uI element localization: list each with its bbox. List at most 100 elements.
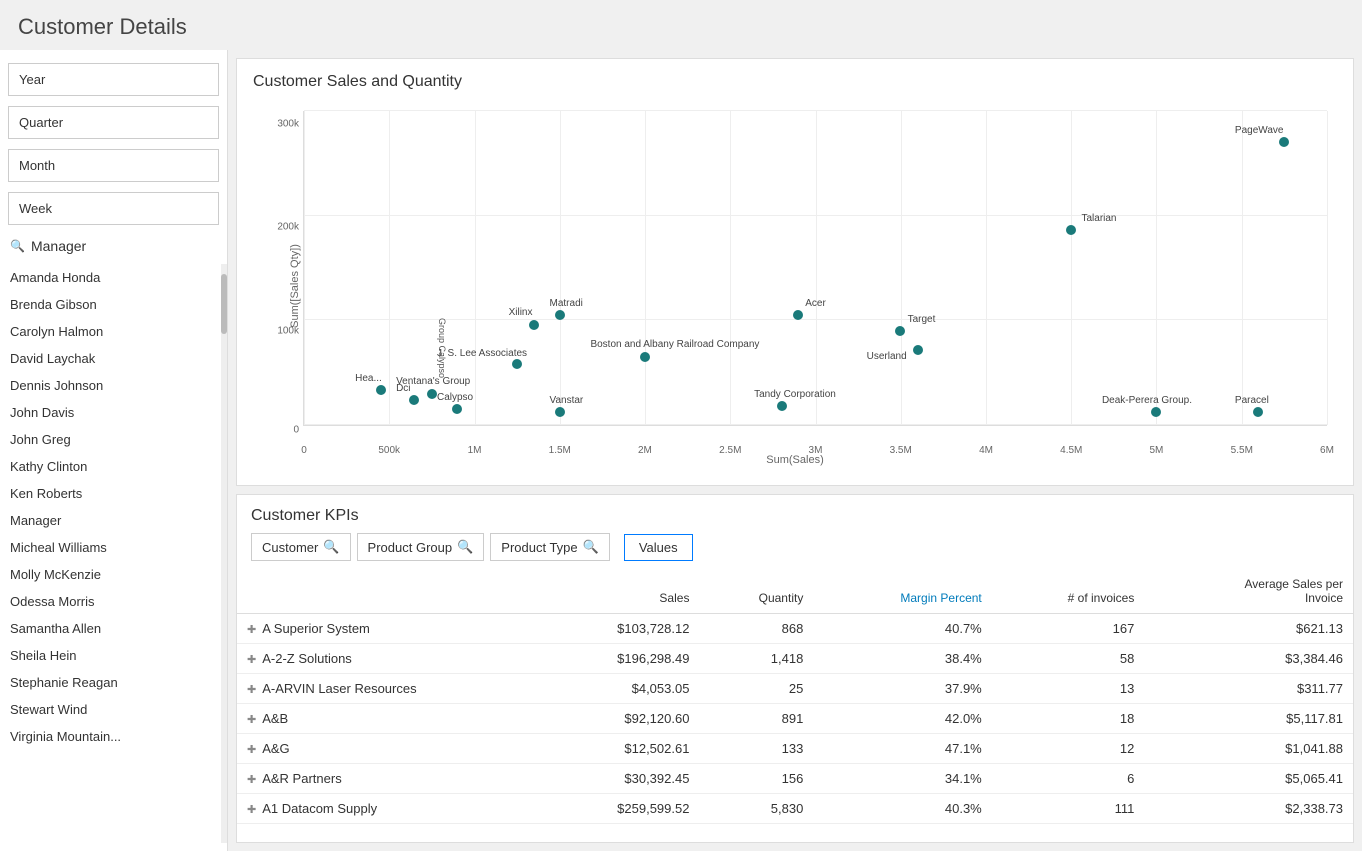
quantity-cell: 868 — [699, 614, 813, 644]
filter-week[interactable]: Week — [8, 192, 219, 225]
search-icon: 🔍 — [10, 239, 25, 253]
kpi-title: Customer KPIs — [237, 495, 1353, 533]
list-item[interactable]: Molly McKenzie — [0, 561, 227, 588]
sales-cell: $103,728.12 — [537, 614, 699, 644]
invoices-cell: 58 — [992, 644, 1145, 674]
filter-month[interactable]: Month — [8, 149, 219, 182]
manager-section: 🔍 Manager — [0, 230, 227, 264]
col-header-sales: Sales — [537, 569, 699, 614]
dot-acer — [793, 310, 803, 320]
list-item[interactable]: Carolyn Halmon — [0, 318, 227, 345]
expand-icon[interactable]: ✚ — [247, 714, 256, 726]
list-item[interactable]: Brenda Gibson — [0, 291, 227, 318]
list-item[interactable]: Odessa Morris — [0, 588, 227, 615]
col-header-avg-sales: Average Sales perInvoice — [1144, 569, 1353, 614]
label-group-calypso: Group Calypso — [437, 318, 447, 378]
scrollbar-track — [221, 264, 227, 843]
list-item[interactable]: Kathy Clinton — [0, 453, 227, 480]
table-row: ✚A&B $92,120.60 891 42.0% 18 $5,117.81 — [237, 704, 1353, 734]
expand-icon[interactable]: ✚ — [247, 624, 256, 636]
label-xilinx: Xilinx — [509, 307, 533, 318]
label-boston: Boston and Albany Railroad Company — [590, 339, 759, 350]
list-item[interactable]: John Greg — [0, 426, 227, 453]
expand-icon[interactable]: ✚ — [247, 804, 256, 816]
sales-cell: $259,599.52 — [537, 794, 699, 824]
table-row: ✚A-2-Z Solutions $196,298.49 1,418 38.4%… — [237, 644, 1353, 674]
list-item[interactable]: Dennis Johnson — [0, 372, 227, 399]
avg-sales-cell: $311.77 — [1144, 674, 1353, 704]
scrollbar-thumb[interactable] — [221, 274, 227, 334]
margin-cell: 34.1% — [813, 764, 991, 794]
y-axis-label: Sum([Sales Qty]) — [289, 244, 301, 328]
label-target: Target — [908, 314, 936, 325]
list-item[interactable]: Stephanie Reagan — [0, 669, 227, 696]
kpi-filters: Customer 🔍 Product Group 🔍 Product Type … — [237, 533, 1353, 569]
dot-talarian — [1066, 225, 1076, 235]
label-userland: Userland — [867, 351, 907, 362]
quantity-cell: 1,418 — [699, 644, 813, 674]
avg-sales-cell: $5,117.81 — [1144, 704, 1353, 734]
list-item[interactable]: Samantha Allen — [0, 615, 227, 642]
margin-cell: 38.4% — [813, 644, 991, 674]
list-item[interactable]: Micheal Williams — [0, 534, 227, 561]
quantity-cell: 156 — [699, 764, 813, 794]
filter-product-type-btn[interactable]: Product Type 🔍 — [490, 533, 610, 561]
list-item[interactable]: Amanda Honda — [0, 264, 227, 291]
search-icon: 🔍 — [457, 539, 473, 555]
manager-list-container[interactable]: Amanda Honda Brenda Gibson Carolyn Halmo… — [0, 264, 227, 843]
quantity-cell: 5,830 — [699, 794, 813, 824]
expand-icon[interactable]: ✚ — [247, 774, 256, 786]
page-title: Customer Details — [0, 0, 1362, 50]
filter-product-group-btn[interactable]: Product Group 🔍 — [357, 533, 485, 561]
dot-boston — [640, 352, 650, 362]
dot-ventana — [427, 389, 437, 399]
label-matradi: Matradi — [550, 298, 583, 309]
label-dci: Dci — [396, 383, 410, 394]
label-paracel: Paracel — [1235, 395, 1269, 406]
filter-customer-label: Customer — [262, 540, 318, 555]
filter-customer-btn[interactable]: Customer 🔍 — [251, 533, 351, 561]
label-vanstar: Vanstar — [550, 395, 584, 406]
table-row: ✚A Superior System $103,728.12 868 40.7%… — [237, 614, 1353, 644]
chart-inner: 0 100k 200k 300k 0 500k 1M 1.5M 2M — [303, 111, 1327, 426]
label-hea: Hea... — [355, 373, 382, 384]
kpi-container: Customer KPIs Customer 🔍 Product Group 🔍… — [236, 494, 1354, 843]
expand-icon[interactable]: ✚ — [247, 654, 256, 666]
dot-pagewave — [1279, 137, 1289, 147]
dot-jslee — [512, 359, 522, 369]
dot-calypso — [452, 404, 462, 414]
right-content: Customer Sales and Quantity Sum([Sales Q… — [228, 50, 1362, 851]
kpi-table-wrapper[interactable]: Sales Quantity Margin Percent # of invoi… — [237, 569, 1353, 842]
dot-matradi — [555, 310, 565, 320]
label-tandy: Tandy Corporation — [754, 389, 836, 400]
table-row: ✚A&G $12,502.61 133 47.1% 12 $1,041.88 — [237, 734, 1353, 764]
list-item[interactable]: David Laychak — [0, 345, 227, 372]
invoices-cell: 12 — [992, 734, 1145, 764]
label-talarian: Talarian — [1081, 213, 1116, 224]
list-item[interactable]: Ken Roberts — [0, 480, 227, 507]
filter-product-type-label: Product Type — [501, 540, 577, 555]
margin-cell: 42.0% — [813, 704, 991, 734]
list-item[interactable]: Manager — [0, 507, 227, 534]
avg-sales-cell: $3,384.46 — [1144, 644, 1353, 674]
list-item[interactable]: John Davis — [0, 399, 227, 426]
chart-title: Customer Sales and Quantity — [253, 73, 1337, 91]
values-button[interactable]: Values — [624, 534, 693, 561]
filter-product-group-label: Product Group — [368, 540, 453, 555]
filter-year[interactable]: Year — [8, 63, 219, 96]
list-item[interactable]: Stewart Wind — [0, 696, 227, 723]
invoices-cell: 111 — [992, 794, 1145, 824]
expand-icon[interactable]: ✚ — [247, 744, 256, 756]
table-row: ✚A-ARVIN Laser Resources $4,053.05 25 37… — [237, 674, 1353, 704]
sales-cell: $30,392.45 — [537, 764, 699, 794]
list-item[interactable]: Virginia Mountain... — [0, 723, 227, 750]
list-item[interactable]: Sheila Hein — [0, 642, 227, 669]
customer-cell: ✚A&B — [237, 704, 537, 734]
filter-quarter[interactable]: Quarter — [8, 106, 219, 139]
col-header-quantity: Quantity — [699, 569, 813, 614]
manager-label: Manager — [31, 238, 86, 254]
dot-paracel — [1253, 407, 1263, 417]
label-jslee: J. S. Lee Associates — [437, 348, 527, 359]
expand-icon[interactable]: ✚ — [247, 684, 256, 696]
invoices-cell: 13 — [992, 674, 1145, 704]
